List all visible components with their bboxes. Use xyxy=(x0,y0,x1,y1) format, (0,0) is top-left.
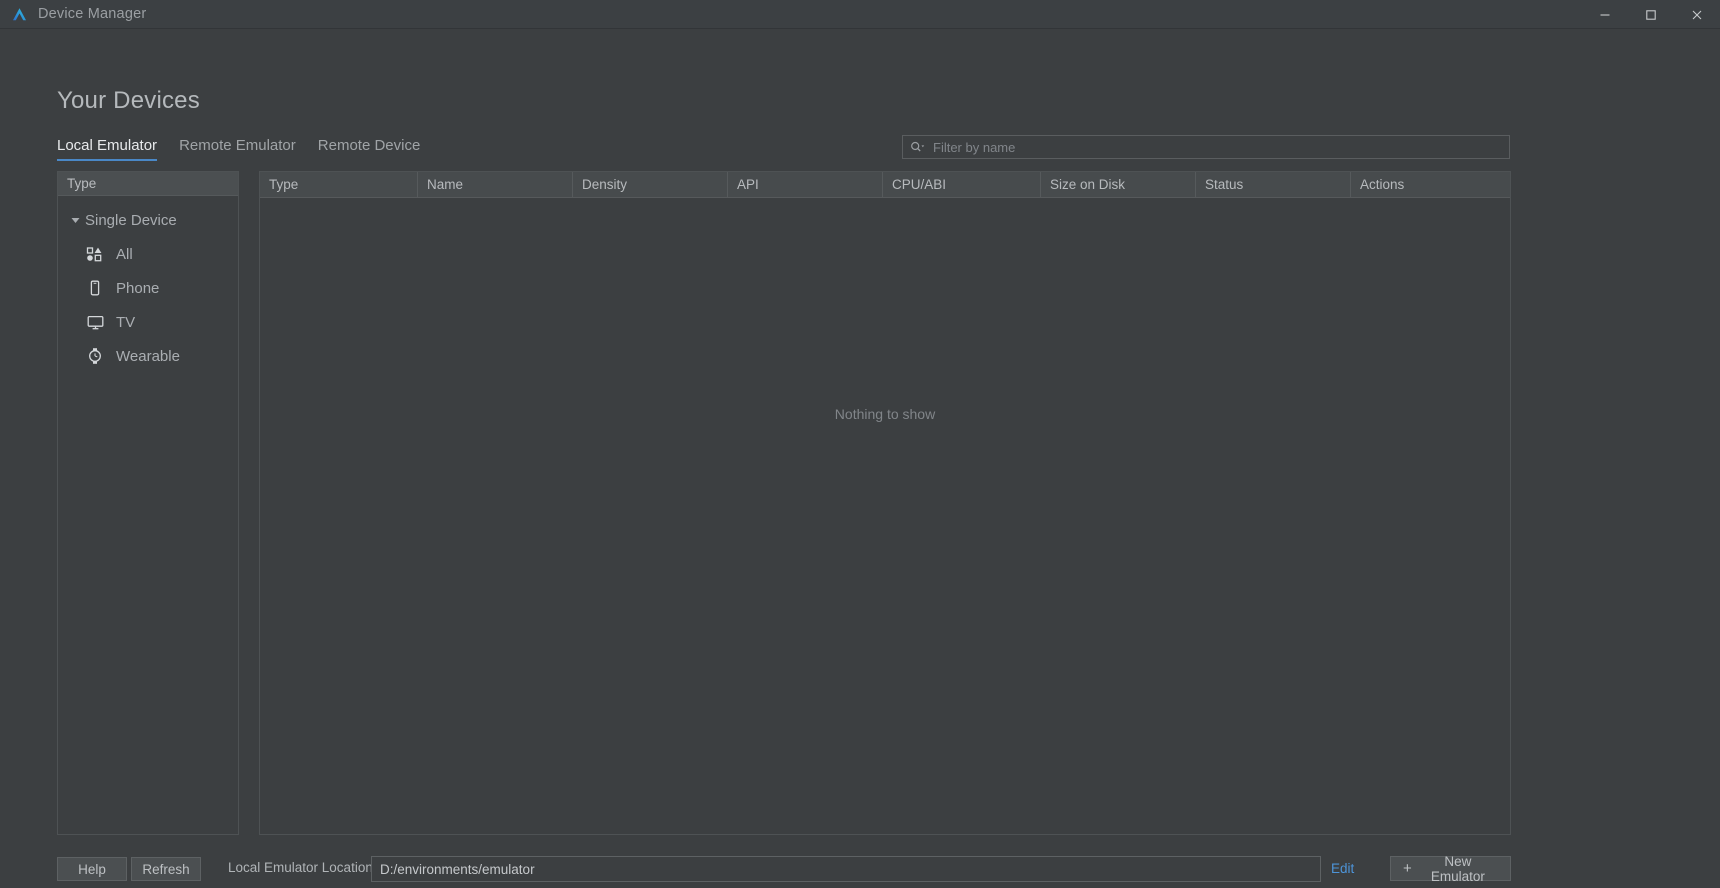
watch-icon xyxy=(86,347,112,365)
sidebar-item-label: All xyxy=(116,245,133,263)
sidebar-item-phone[interactable]: Phone xyxy=(58,271,238,305)
caret-down-icon[interactable] xyxy=(67,216,83,225)
phone-icon xyxy=(86,279,112,297)
tab-remote-device[interactable]: Remote Device xyxy=(318,137,421,161)
new-emulator-button[interactable]: + New Emulator xyxy=(1390,853,1511,884)
maximize-icon[interactable] xyxy=(1628,0,1674,29)
window-title-bar: Device Manager xyxy=(0,0,1720,29)
sidebar-item-label: TV xyxy=(116,313,136,331)
device-type-tree: Single Device All Phone TV Wearable xyxy=(58,196,238,373)
column-header-type[interactable]: Type xyxy=(260,172,418,197)
empty-state-message: Nothing to show xyxy=(834,406,936,422)
tv-icon xyxy=(86,313,112,331)
bottom-toolbar: Help Refresh Local Emulator Location: Ed… xyxy=(0,847,1720,888)
minimize-icon[interactable] xyxy=(1582,0,1628,29)
device-manager-content: Your Devices Local Emulator Remote Emula… xyxy=(0,29,1720,888)
window-title: Device Manager xyxy=(38,6,147,22)
new-emulator-label: New Emulator xyxy=(1430,853,1485,884)
search-input[interactable] xyxy=(933,139,1509,155)
sidebar-item-tv[interactable]: TV xyxy=(58,305,238,339)
column-header-actions[interactable]: Actions xyxy=(1351,172,1506,197)
help-button[interactable]: Help xyxy=(57,857,127,881)
location-input[interactable] xyxy=(380,861,1320,877)
android-studio-logo-icon xyxy=(4,6,34,23)
window-controls xyxy=(1582,0,1720,29)
column-header-density[interactable]: Density xyxy=(573,172,728,197)
location-label: Local Emulator Location: xyxy=(228,860,377,875)
table-body: Nothing to show xyxy=(260,198,1510,834)
tab-local-emulator[interactable]: Local Emulator xyxy=(57,137,158,161)
tab-remote-emulator[interactable]: Remote Emulator xyxy=(179,137,296,161)
search-icon[interactable] xyxy=(910,141,925,153)
plus-icon: + xyxy=(1403,860,1412,877)
column-header-api[interactable]: API xyxy=(728,172,883,197)
sidebar-header: Type xyxy=(58,172,238,196)
filter-field[interactable] xyxy=(902,135,1510,159)
sidebar-item-wearable[interactable]: Wearable xyxy=(58,339,238,373)
column-header-name[interactable]: Name xyxy=(418,172,573,197)
sidebar-item-label: Wearable xyxy=(116,347,180,365)
table-header-row: Type Name Density API CPU/ABI Size on Di… xyxy=(260,172,1510,198)
tree-group-label: Single Device xyxy=(85,211,177,229)
edit-location-link[interactable]: Edit xyxy=(1331,861,1354,876)
type-filter-sidebar: Type Single Device All Phone TV Wearable xyxy=(57,171,239,835)
sidebar-item-label: Phone xyxy=(116,279,160,297)
close-icon[interactable] xyxy=(1674,0,1720,29)
sidebar-item-all[interactable]: All xyxy=(58,237,238,271)
location-field[interactable] xyxy=(371,856,1321,882)
refresh-button[interactable]: Refresh xyxy=(131,857,201,881)
column-header-status[interactable]: Status xyxy=(1196,172,1351,197)
device-table-panel: Type Name Density API CPU/ABI Size on Di… xyxy=(259,171,1511,835)
shapes-grid-icon xyxy=(86,246,112,262)
tree-group-single-device[interactable]: Single Device xyxy=(58,203,238,237)
tab-bar: Local Emulator Remote Emulator Remote De… xyxy=(57,137,420,161)
column-header-size-on-disk[interactable]: Size on Disk xyxy=(1041,172,1196,197)
page-title: Your Devices xyxy=(57,87,200,114)
column-header-cpu-abi[interactable]: CPU/ABI xyxy=(883,172,1041,197)
